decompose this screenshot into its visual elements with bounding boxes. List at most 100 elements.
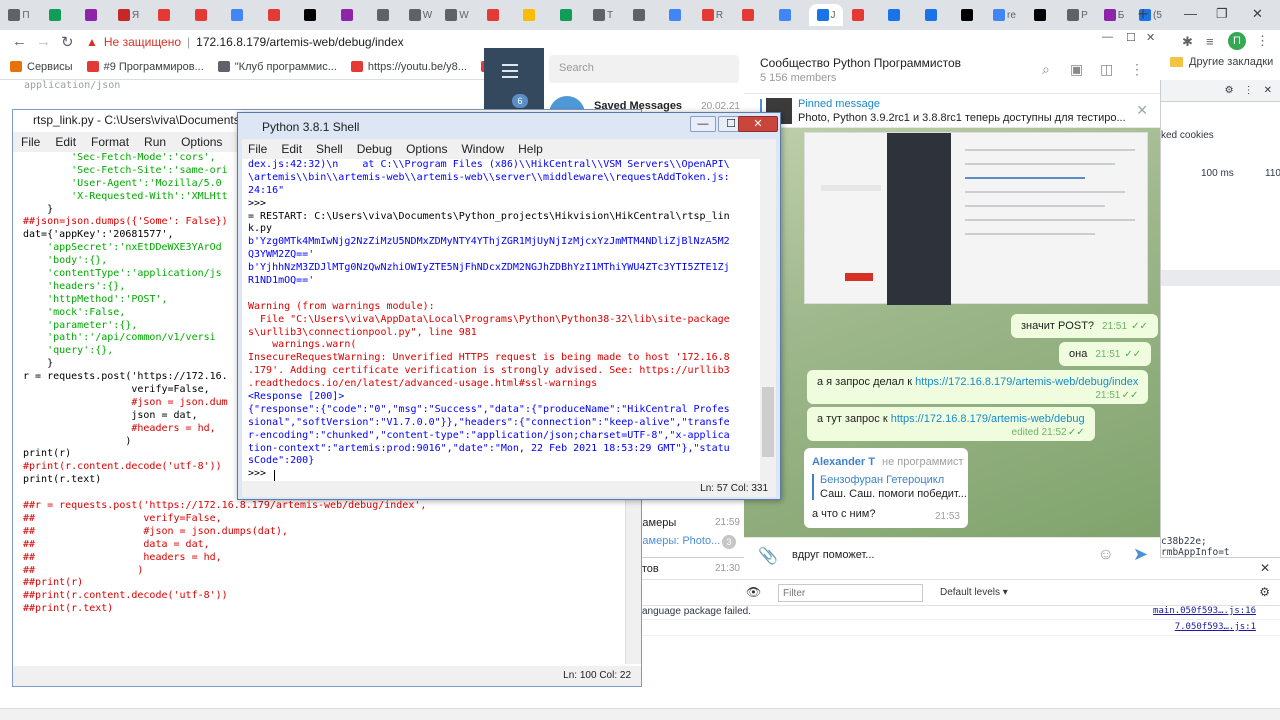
browser-tab[interactable] xyxy=(846,4,872,26)
avatar[interactable]: П xyxy=(1228,32,1246,50)
browser-tab[interactable]: R xyxy=(700,4,726,26)
browser-tab[interactable] xyxy=(627,4,653,26)
selected-row[interactable] xyxy=(1161,270,1280,286)
browser-tab[interactable] xyxy=(955,4,981,26)
chat-preview[interactable]: Камеры: Photo... xyxy=(636,535,720,547)
minimize-icon[interactable]: — xyxy=(1102,31,1113,43)
browser-tab[interactable] xyxy=(371,4,397,26)
back-icon[interactable]: ← xyxy=(12,33,27,50)
browser-tab[interactable] xyxy=(481,4,507,26)
scrollbar-thumb[interactable] xyxy=(762,387,774,457)
menu-item[interactable]: Help xyxy=(518,142,543,156)
message-input[interactable]: вдруг поможет... xyxy=(792,549,874,561)
plus-icon[interactable]: + xyxy=(1132,4,1154,26)
bookmark-item[interactable]: Сервисы xyxy=(10,61,73,73)
close-icon[interactable]: ✕ xyxy=(1252,6,1263,22)
send-icon[interactable]: ➤ xyxy=(1133,544,1148,565)
menu-item[interactable]: Debug xyxy=(357,142,392,156)
more-icon[interactable]: ⋮ xyxy=(1130,61,1144,78)
message-author[interactable]: Alexander T xyxy=(812,456,875,468)
browser-tab[interactable] xyxy=(189,4,215,26)
browser-tab[interactable]: W xyxy=(408,4,434,26)
close-icon[interactable]: ✕ xyxy=(1264,85,1272,96)
hamburger-icon[interactable] xyxy=(502,64,518,82)
browser-tab[interactable] xyxy=(919,4,945,26)
browser-tab[interactable]: J xyxy=(809,4,843,26)
browser-tab[interactable]: P xyxy=(1065,4,1091,26)
bookmark-item[interactable]: #9 Программиров... xyxy=(86,61,204,73)
forward-icon[interactable]: → xyxy=(36,33,51,50)
browser-tab[interactable] xyxy=(335,4,361,26)
browser-tab[interactable] xyxy=(736,4,762,26)
menu-item[interactable]: Options xyxy=(406,142,447,156)
filter-input[interactable] xyxy=(778,584,923,602)
quote-text[interactable]: Саш. Саш. помоги победит... xyxy=(820,488,967,500)
maximize-icon[interactable]: ☐ xyxy=(1126,31,1136,44)
other-bookmarks[interactable]: Другие закладки xyxy=(1170,56,1273,68)
reload-icon[interactable]: ↻ xyxy=(61,33,74,51)
shell-scrollbar[interactable] xyxy=(760,159,776,481)
unpin-icon[interactable]: ✕ xyxy=(1136,102,1148,119)
menu-item[interactable]: Edit xyxy=(281,142,302,156)
menu-item[interactable]: File xyxy=(21,135,40,149)
bookmark-item[interactable]: "Клуб программис... xyxy=(217,61,337,73)
browser-tab[interactable] xyxy=(663,4,689,26)
chat-name[interactable]: Камеры xyxy=(636,517,676,529)
minimize-button[interactable]: — xyxy=(690,116,716,132)
eye-icon[interactable]: 👁 xyxy=(746,585,761,599)
menu-item[interactable]: Window xyxy=(461,142,504,156)
message-link[interactable]: https://172.16.8.179/artemis-web/debug/i… xyxy=(915,376,1138,388)
browser-tab[interactable]: re xyxy=(992,4,1018,26)
log-source-link[interactable]: main.050f593….js:16 xyxy=(1153,606,1256,616)
menu-item[interactable]: Run xyxy=(144,135,166,149)
browser-tab[interactable] xyxy=(79,4,105,26)
gear-icon[interactable]: ⚙ xyxy=(1225,85,1234,96)
minimize-icon[interactable]: — xyxy=(1184,6,1197,21)
menu-item[interactable]: Shell xyxy=(316,142,343,156)
browser-tab[interactable] xyxy=(554,4,580,26)
browser-tab[interactable] xyxy=(298,4,324,26)
browser-tab[interactable] xyxy=(152,4,178,26)
menu-item[interactable]: Format xyxy=(91,135,129,149)
horizontal-scrollbar[interactable] xyxy=(0,708,1280,720)
close-icon[interactable]: ✕ xyxy=(1260,561,1270,575)
chat-title[interactable]: Сообщество Python Программистов xyxy=(760,56,961,70)
browser-tab[interactable] xyxy=(882,4,908,26)
close-icon[interactable]: ✕ xyxy=(1146,31,1155,44)
more-icon[interactable]: ⋮ xyxy=(1244,85,1254,96)
reading-list-icon[interactable]: ≡ xyxy=(1206,34,1214,49)
menu-item[interactable]: File xyxy=(248,142,267,156)
browser-tab[interactable] xyxy=(773,4,799,26)
bookmark-item[interactable]: https://youtu.be/y8... xyxy=(350,61,467,73)
log-levels-dropdown[interactable]: Default levels ▾ xyxy=(940,587,1008,598)
browser-tab[interactable]: Я xyxy=(116,4,142,26)
browser-tab[interactable] xyxy=(225,4,251,26)
log-source-link[interactable]: 7.050f593….js:1 xyxy=(1175,622,1256,632)
pinned-message[interactable]: Pinned message Photo, Python 3.9.2rc1 и … xyxy=(744,94,1160,128)
voice-chat-icon[interactable]: ▣ xyxy=(1070,61,1083,78)
browser-tab[interactable]: W xyxy=(444,4,470,26)
emoji-icon[interactable]: ☺ xyxy=(1098,546,1114,564)
address-bar[interactable]: ▲ Не защищено | 172.16.8.179/artemis-web… xyxy=(86,30,484,54)
search-icon[interactable]: ⌕ xyxy=(1042,61,1050,78)
maximize-icon[interactable]: ❐ xyxy=(1216,6,1228,22)
quote-author[interactable]: Бензофуран Гетероцикл xyxy=(820,474,944,486)
menu-item[interactable]: Edit xyxy=(55,135,76,149)
browser-tab[interactable] xyxy=(262,4,288,26)
browser-tab[interactable]: Б xyxy=(1101,4,1127,26)
search-input[interactable]: Search xyxy=(549,55,739,83)
menu-item[interactable]: Options xyxy=(181,135,222,149)
sidebar-toggle-icon[interactable]: ◫ xyxy=(1100,61,1113,78)
shell-output[interactable]: dex.js:42:32)\n at C:\\Program Files (x8… xyxy=(242,159,760,481)
shared-screenshot[interactable] xyxy=(804,132,1148,305)
browser-tab[interactable] xyxy=(1028,4,1054,26)
menu-icon[interactable]: ⋮ xyxy=(1256,33,1269,49)
message-link[interactable]: https://172.16.8.179/artemis-web/debug xyxy=(891,413,1085,425)
browser-tab[interactable]: Т xyxy=(590,4,616,26)
close-button[interactable]: ✕ xyxy=(738,116,778,132)
gear-icon[interactable]: ⚙ xyxy=(1259,585,1270,599)
paperclip-icon[interactable]: 📎 xyxy=(758,546,778,566)
browser-tab[interactable] xyxy=(517,4,543,26)
extensions-icon[interactable]: ✱ xyxy=(1182,34,1193,50)
browser-tab[interactable] xyxy=(43,4,69,26)
